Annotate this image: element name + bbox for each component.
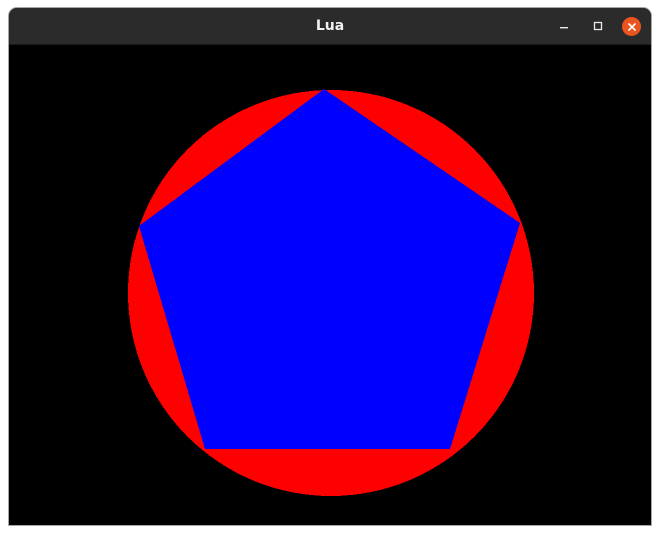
title-bar[interactable]: Lua bbox=[9, 8, 651, 45]
close-icon bbox=[627, 22, 636, 31]
drawing-canvas[interactable] bbox=[9, 45, 651, 525]
maximize-button[interactable] bbox=[589, 17, 607, 35]
app-window: Lua bbox=[9, 8, 651, 525]
scene-svg bbox=[9, 45, 651, 525]
maximize-icon bbox=[593, 21, 603, 31]
minimize-icon bbox=[560, 27, 568, 29]
close-button[interactable] bbox=[622, 17, 641, 36]
minimize-button[interactable] bbox=[555, 17, 573, 35]
